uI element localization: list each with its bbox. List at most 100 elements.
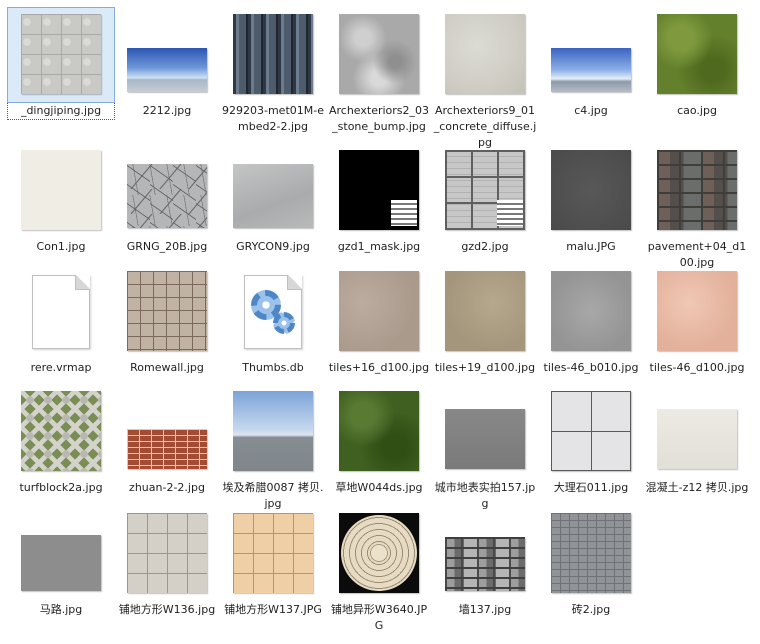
file-item[interactable]: Archexteriors9_01_concrete_diffuse.jpg [432, 8, 538, 151]
metal-grille-thumbnail [233, 14, 313, 94]
light-concrete-thumbnail [21, 150, 101, 230]
tiles-thumbnail [339, 271, 419, 351]
thumbnail-box [432, 8, 538, 102]
file-item[interactable]: Archexteriors2_03_stone_bump.jpg [326, 8, 432, 135]
concrete-thumbnail [445, 14, 525, 94]
thumbnail-box [8, 144, 114, 238]
file-thumbnail-grid: _dingjiping.jpg 2212.jpg 929203-met01M-emb… [0, 0, 760, 644]
thumbnail-box [8, 265, 114, 359]
file-item[interactable]: turfblock2a.jpg [8, 385, 114, 496]
file-name-label: 马路.jpg [39, 603, 83, 616]
file-item[interactable]: 铺地异形W3640.JPG [326, 507, 432, 634]
file-name-label: 铺地方形W137.JPG [224, 603, 322, 616]
concrete-thumbnail [657, 409, 737, 469]
file-name-label: turfblock2a.jpg [19, 481, 103, 494]
thumbnail-box [220, 385, 326, 479]
thumbnail-box [326, 507, 432, 601]
mask-thumbnail [339, 150, 419, 230]
file-name-label: cao.jpg [677, 104, 717, 117]
file-item[interactable]: 大理石011.jpg [538, 385, 644, 496]
file-item[interactable]: 马路.jpg [8, 507, 114, 618]
file-item[interactable]: Con1.jpg [8, 144, 114, 255]
file-item[interactable]: Thumbs.db [220, 265, 326, 376]
file-item[interactable]: 混凝土-z12 拷贝.jpg [644, 385, 750, 496]
file-item[interactable]: 929203-met01M-embed2-2.jpg [220, 8, 326, 135]
file-item[interactable]: tiles-46_d100.jpg [644, 265, 750, 376]
thumbnail-box [644, 144, 750, 238]
ground-thumbnail [445, 409, 525, 469]
brick-thumbnail [551, 513, 631, 593]
file-item[interactable]: 砖2.jpg [538, 507, 644, 618]
tiles-thumbnail [657, 271, 737, 351]
file-item[interactable]: rere.vrmap [8, 265, 114, 376]
file-item[interactable]: zhuan-2-2.jpg [114, 385, 220, 496]
file-item[interactable]: 铺地方形W137.JPG [220, 507, 326, 618]
circular-paving-thumbnail [339, 513, 419, 593]
sky-horizon-thumbnail [233, 391, 313, 471]
file-name-label: GRYCON9.jpg [236, 240, 310, 253]
thumbnail-box [114, 144, 220, 238]
thumbnail-box [326, 265, 432, 359]
file-name-label: Con1.jpg [36, 240, 86, 253]
file-item[interactable]: tiles+16_d100.jpg [326, 265, 432, 376]
file-name-label: 2212.jpg [142, 104, 192, 117]
file-item[interactable]: GRNG_20B.jpg [114, 144, 220, 255]
grey-concrete-thumbnail [233, 164, 313, 228]
file-item[interactable]: 2212.jpg [114, 8, 220, 119]
file-item[interactable]: 草地W044ds.jpg [326, 385, 432, 496]
file-name-label: Thumbs.db [242, 361, 304, 374]
file-name-label: c4.jpg [574, 104, 608, 117]
thumbnail-box [7, 7, 115, 103]
thumbnail-box [8, 385, 114, 479]
thumbnail-box [220, 8, 326, 102]
file-name-label: gzd2.jpg [461, 240, 509, 253]
file-item[interactable]: 城市地表实拍157.jpg [432, 385, 538, 512]
file-name-label: 墙137.jpg [458, 603, 512, 616]
file-item[interactable]: 埃及希腊0087 拷贝.jpg [220, 385, 326, 512]
file-name-label: 铺地方形W136.jpg [118, 603, 216, 616]
file-item[interactable]: tiles+19_d100.jpg [432, 265, 538, 376]
file-item[interactable]: c4.jpg [538, 8, 644, 119]
file-name-label: _dingjiping.jpg [7, 102, 115, 120]
file-name-label: tiles-46_b010.jpg [543, 361, 639, 374]
turf-block-thumbnail [21, 391, 101, 471]
thumbnail-box [326, 8, 432, 102]
asphalt-thumbnail [551, 150, 631, 230]
file-name-label: Archexteriors2_03_stone_bump.jpg [328, 104, 430, 133]
tile-grid-thumbnail [445, 150, 525, 230]
sky-thumbnail [127, 48, 207, 92]
file-item[interactable]: 铺地方形W136.jpg [114, 507, 220, 618]
road-thumbnail [21, 535, 101, 591]
thumbnail-box [220, 507, 326, 601]
file-item[interactable]: _dingjiping.jpg [7, 7, 115, 120]
thumbnail-box [326, 385, 432, 479]
thumbnail-box [114, 265, 220, 359]
tiles-grey-thumbnail [21, 14, 101, 94]
blank-file-icon [32, 275, 90, 349]
cracked-ground-thumbnail [127, 164, 207, 228]
thumbnail-box [114, 507, 220, 601]
file-item[interactable]: tiles-46_b010.jpg [538, 265, 644, 376]
file-name-label: malu.JPG [566, 240, 616, 253]
thumbnail-box [114, 385, 220, 479]
file-item[interactable]: GRYCON9.jpg [220, 144, 326, 255]
file-name-label: 铺地异形W3640.JPG [330, 603, 428, 632]
thumbnail-box [538, 507, 644, 601]
thumbnail-box [220, 144, 326, 238]
file-item[interactable]: 墙137.jpg [432, 507, 538, 618]
file-name-label: Romewall.jpg [130, 361, 204, 374]
thumbnail-box [644, 265, 750, 359]
stone-wall-thumbnail [445, 537, 525, 591]
file-name-label: tiles-46_d100.jpg [649, 361, 745, 374]
file-item[interactable]: cao.jpg [644, 8, 750, 119]
stone-bump-thumbnail [339, 14, 419, 94]
file-item[interactable]: gzd1_mask.jpg [326, 144, 432, 255]
wall-tiles-thumbnail [127, 271, 207, 351]
file-name-label: 砖2.jpg [571, 603, 611, 616]
file-item[interactable]: malu.JPG [538, 144, 644, 255]
pavement-thumbnail [657, 150, 737, 230]
file-item[interactable]: Romewall.jpg [114, 265, 220, 376]
file-item[interactable]: pavement+04_d100.jpg [644, 144, 750, 271]
file-item[interactable]: gzd2.jpg [432, 144, 538, 255]
thumbnail-box [220, 265, 326, 359]
